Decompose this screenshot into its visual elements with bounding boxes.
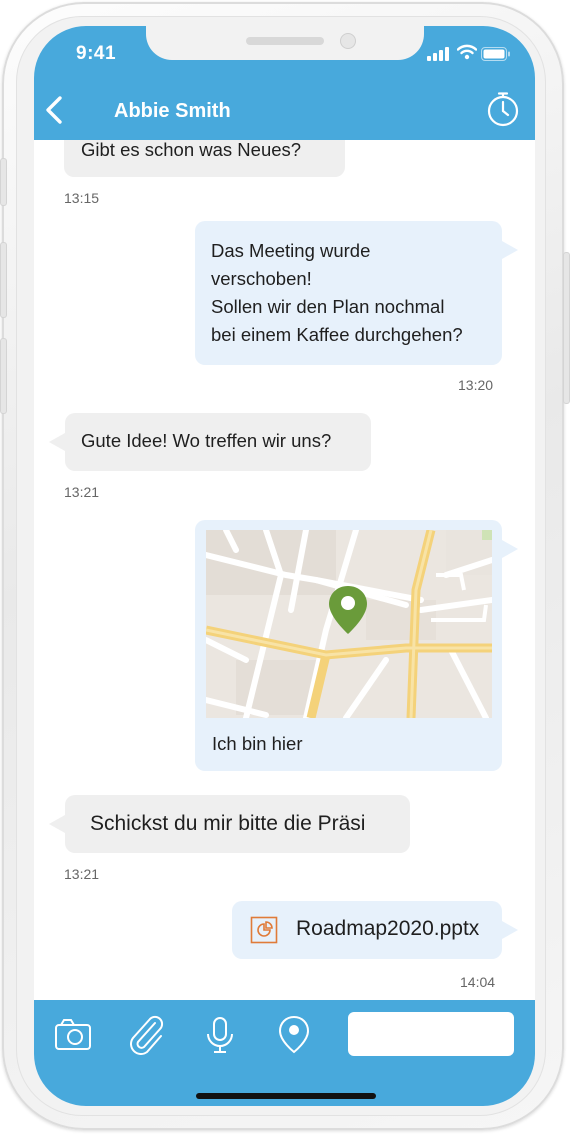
message-bubble-incoming[interactable]: Gute Idee! Wo treffen wir uns? (49, 413, 371, 471)
contact-name[interactable]: Abbie Smith (114, 100, 231, 123)
wifi-icon (457, 44, 477, 60)
message-bubble-location[interactable]: Ich bin hier (195, 520, 518, 771)
message-input[interactable] (348, 1012, 514, 1056)
chevron-left-icon[interactable] (40, 93, 72, 127)
power-button (563, 252, 570, 404)
stopwatch-icon[interactable] (484, 90, 522, 128)
message-toolbar (34, 1000, 535, 1106)
message-text: Gibt es schon was Neues? (81, 140, 302, 160)
camera-icon[interactable] (53, 1015, 93, 1055)
message-bubble-incoming[interactable]: Gibt es schon was Neues? (64, 140, 345, 177)
battery-icon (481, 47, 510, 61)
paperclip-icon[interactable] (127, 1015, 167, 1055)
map-preview[interactable] (206, 530, 492, 718)
map-pin-icon (329, 586, 367, 634)
location-caption: Ich bin hier (212, 733, 303, 754)
message-time: 13:15 (64, 190, 100, 206)
message-bubble-file[interactable]: Roadmap2020.pptx (232, 901, 518, 959)
location-pin-icon[interactable] (274, 1014, 314, 1054)
file-name: Roadmap2020.pptx (296, 917, 480, 940)
presentation-file-icon (250, 916, 278, 944)
front-camera (340, 33, 356, 49)
microphone-icon[interactable] (200, 1015, 240, 1055)
message-text: Das Meeting wurde verschoben! Sollen wir… (211, 240, 463, 345)
home-indicator (196, 1093, 376, 1099)
status-time: 9:41 (76, 43, 117, 64)
message-time: 13:21 (64, 866, 100, 882)
message-text: Schickst du mir bitte die Präsi (90, 812, 366, 835)
screen: 9:41 Abbie Smith Gibt es schon was Neues… (34, 26, 535, 1106)
speaker (246, 37, 324, 45)
cellular-signal-icon (427, 47, 451, 61)
message-time: 13:21 (64, 484, 100, 500)
message-time: 13:20 (458, 377, 494, 393)
message-bubble-outgoing[interactable]: Das Meeting wurde verschoben! Sollen wir… (195, 221, 518, 365)
message-bubble-incoming[interactable]: Schickst du mir bitte die Präsi (49, 795, 410, 853)
message-time: 14:04 (460, 974, 496, 990)
chat-area[interactable]: Gibt es schon was Neues? 13:15 Das Meeti… (34, 140, 535, 1000)
message-text: Gute Idee! Wo treffen wir uns? (81, 430, 332, 451)
app-header: 9:41 Abbie Smith (34, 26, 535, 140)
notch (146, 26, 424, 60)
